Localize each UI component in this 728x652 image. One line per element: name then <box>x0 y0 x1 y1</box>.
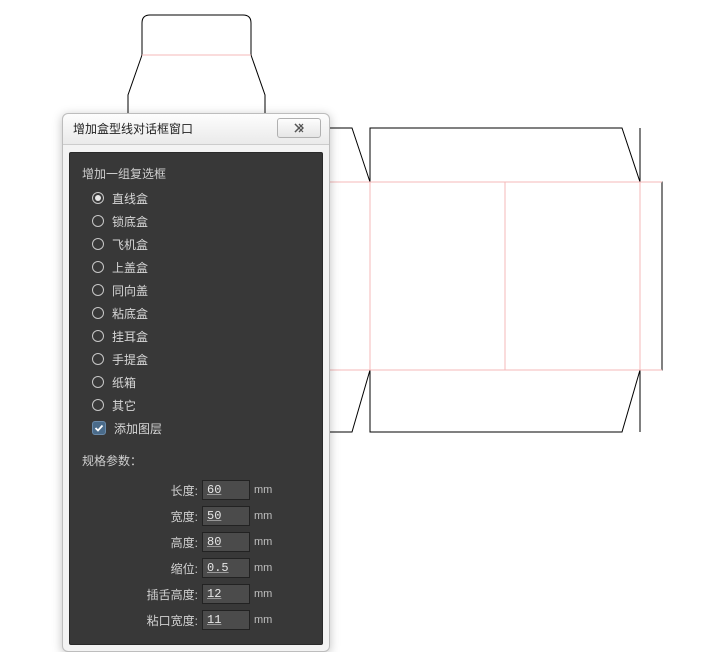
spec-unit: mm <box>254 588 272 600</box>
radio-icon <box>92 192 104 204</box>
box-type-option[interactable]: 挂耳盒 <box>92 326 310 346</box>
radio-icon <box>92 284 104 296</box>
spec-input[interactable]: 80 <box>202 532 250 552</box>
spec-label: 长度: <box>171 482 198 499</box>
spec-unit: mm <box>254 484 272 496</box>
radio-icon <box>92 330 104 342</box>
spec-row: 插舌高度:12 mm <box>82 581 310 607</box>
options-group-label: 增加一组复选框 <box>82 165 310 182</box>
spec-row: 粘口宽度:11 mm <box>82 607 310 633</box>
box-type-label: 挂耳盒 <box>112 328 148 345</box>
radio-icon <box>92 215 104 227</box>
spec-label: 插舌高度: <box>147 586 198 603</box>
box-type-option[interactable]: 粘底盒 <box>92 303 310 323</box>
dialog-body: 增加一组复选框 直线盒锁底盒飞机盒上盖盒同向盖粘底盒挂耳盒手提盒纸箱其它 添加图… <box>69 152 323 645</box>
radio-icon <box>92 261 104 273</box>
spec-unit: mm <box>254 510 272 522</box>
box-type-label: 手提盒 <box>112 351 148 368</box>
box-type-option[interactable]: 纸箱 <box>92 372 310 392</box>
spec-row: 高度:80 mm <box>82 529 310 555</box>
spec-row: 长度:60 mm <box>82 477 310 503</box>
radio-icon <box>92 399 104 411</box>
spec-unit: mm <box>254 536 272 548</box>
close-icon <box>292 123 306 133</box>
radio-icon <box>92 307 104 319</box>
add-layer-checkbox[interactable] <box>92 421 106 435</box>
radio-icon <box>92 376 104 388</box>
add-layer-checkbox-row[interactable]: 添加图层 <box>92 418 310 438</box>
box-type-label: 飞机盒 <box>112 236 148 253</box>
box-type-option[interactable]: 飞机盒 <box>92 234 310 254</box>
radio-icon <box>92 353 104 365</box>
spec-label: 缩位: <box>171 560 198 577</box>
spec-label: 粘口宽度: <box>147 612 198 629</box>
spec-label: 宽度: <box>171 508 198 525</box>
box-type-label: 纸箱 <box>112 374 136 391</box>
box-type-label: 直线盒 <box>112 190 148 207</box>
add-box-dialog: 增加盒型线对话框窗口 增加一组复选框 直线盒锁底盒飞机盒上盖盒同向盖粘底盒挂耳盒… <box>62 113 330 652</box>
spec-row: 缩位:0.5 mm <box>82 555 310 581</box>
spec-input[interactable]: 12 <box>202 584 250 604</box>
radio-icon <box>92 238 104 250</box>
spec-unit: mm <box>254 562 272 574</box>
spec-input[interactable]: 50 <box>202 506 250 526</box>
spec-label: 高度: <box>171 534 198 551</box>
box-type-option[interactable]: 直线盒 <box>92 188 310 208</box>
dialog-title: 增加盒型线对话框窗口 <box>73 114 193 144</box>
dialog-titlebar[interactable]: 增加盒型线对话框窗口 <box>63 114 329 145</box>
box-type-option[interactable]: 其它 <box>92 395 310 415</box>
box-type-label: 上盖盒 <box>112 259 148 276</box>
spec-input[interactable]: 11 <box>202 610 250 630</box>
box-type-option[interactable]: 手提盒 <box>92 349 310 369</box>
spec-input[interactable]: 0.5 <box>202 558 250 578</box>
spec-input[interactable]: 60 <box>202 480 250 500</box>
box-type-option[interactable]: 上盖盒 <box>92 257 310 277</box>
box-type-option[interactable]: 锁底盒 <box>92 211 310 231</box>
spec-section-label: 规格参数： <box>82 452 310 469</box>
close-button[interactable] <box>277 118 321 138</box>
box-type-label: 其它 <box>112 397 136 414</box>
check-icon <box>94 423 104 433</box>
box-type-label: 同向盖 <box>112 282 148 299</box>
box-type-label: 锁底盒 <box>112 213 148 230</box>
box-type-option[interactable]: 同向盖 <box>92 280 310 300</box>
spec-unit: mm <box>254 614 272 626</box>
spec-row: 宽度:50 mm <box>82 503 310 529</box>
add-layer-label: 添加图层 <box>114 420 162 437</box>
box-type-label: 粘底盒 <box>112 305 148 322</box>
